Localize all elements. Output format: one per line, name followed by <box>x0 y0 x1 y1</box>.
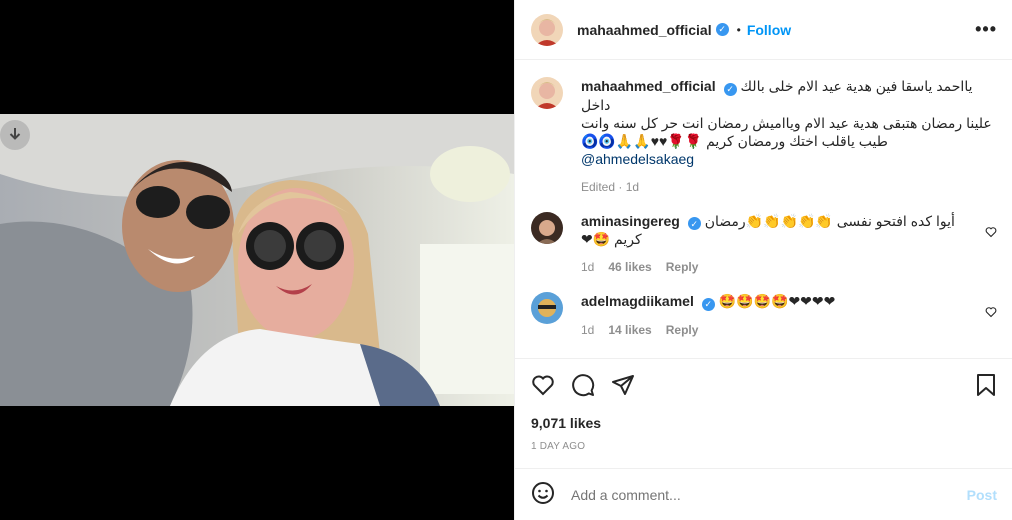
caption-meta: Edited · 1d <box>581 180 997 194</box>
verified-badge-icon: ✓ <box>687 217 701 230</box>
commenter-username[interactable]: adelmagdiikamel <box>581 293 694 309</box>
author-avatar[interactable] <box>531 13 563 46</box>
author-username[interactable]: mahaahmed_official <box>577 22 712 38</box>
commenter-avatar[interactable] <box>531 211 563 244</box>
caption-text: mahaahmed_official ✓ يااحمد ياسقا فين هدي… <box>581 77 997 168</box>
reply-button[interactable]: Reply <box>666 323 699 337</box>
comment-input[interactable] <box>571 486 967 503</box>
comment-item: aminasingereg ✓ أيوا كده افتحو نفسى 👏👏👏👏👏… <box>531 211 997 274</box>
comment-line-1: 🤩🤩🤩🤩❤❤❤❤ <box>718 293 836 309</box>
separator-dot: • <box>736 22 741 37</box>
verified-badge-icon: ✓ <box>723 82 737 96</box>
post-comment-button[interactable]: Post <box>967 487 997 503</box>
comment-likes[interactable]: 46 likes <box>608 260 651 274</box>
emoji-icon[interactable] <box>531 481 555 508</box>
post-media[interactable] <box>0 0 514 520</box>
comment-meta: 1d 14 likes Reply <box>581 323 973 337</box>
post-date: 1 DAY AGO <box>531 441 586 452</box>
comment-time: 1d <box>581 260 595 274</box>
author-avatar[interactable] <box>531 77 563 109</box>
bookmark-icon[interactable] <box>975 373 997 400</box>
selfie-image <box>0 114 514 406</box>
commenter-avatar[interactable] <box>531 292 563 324</box>
edited-timestamp: Edited · 1d <box>581 179 640 194</box>
comments-list[interactable]: mahaahmed_official ✓ يااحمد ياسقا فين هدي… <box>515 61 1012 357</box>
caption-mention-link[interactable]: @ahmedelsakaeg <box>581 151 694 167</box>
instagram-post-modal: mahaahmed_official ✓ • Follow ••• mahaah… <box>0 0 1012 520</box>
commenter-username[interactable]: aminasingereg <box>581 213 680 229</box>
verified-badge-icon: ✓ <box>715 23 729 36</box>
heart-icon[interactable] <box>531 373 555 400</box>
comment-likes[interactable]: 14 likes <box>608 323 651 337</box>
comment-line-2: كريم 🤩❤ <box>581 231 642 247</box>
post-side-panel: mahaahmed_official ✓ • Follow ••• mahaah… <box>514 0 1012 520</box>
verified-badge-icon: ✓ <box>701 297 715 311</box>
comment-meta: 1d 46 likes Reply <box>581 260 973 274</box>
caption-line-2: علينا رمضان هتبقى هدية عيد الام ويااميش … <box>581 114 992 131</box>
comment-icon[interactable] <box>571 373 595 400</box>
follow-button[interactable]: Follow <box>747 22 791 38</box>
comment-time: 1d <box>581 322 595 337</box>
post-header: mahaahmed_official ✓ • Follow ••• <box>515 0 1012 60</box>
action-icons-bar <box>531 359 997 413</box>
comment-like-heart-icon[interactable] <box>985 226 997 241</box>
reply-button[interactable]: Reply <box>666 260 699 274</box>
post-photo[interactable] <box>0 114 514 406</box>
caption-row: mahaahmed_official ✓ يااحمد ياسقا فين هدي… <box>531 77 997 194</box>
more-options-icon[interactable]: ••• <box>975 19 997 40</box>
post-actions: 9,071 likes 1 DAY AGO <box>515 358 1012 452</box>
share-icon[interactable] <box>611 373 635 400</box>
comment-text: adelmagdiikamel ✓ 🤩🤩🤩🤩❤❤❤❤ <box>581 292 973 311</box>
caption-username[interactable]: mahaahmed_official <box>581 78 716 94</box>
comment-item: adelmagdiikamel ✓ 🤩🤩🤩🤩❤❤❤❤ 1d 14 likes Re… <box>531 292 997 337</box>
comment-like-heart-icon[interactable] <box>985 306 997 321</box>
likes-count[interactable]: 9,071 likes <box>531 415 997 431</box>
download-icon[interactable] <box>0 120 30 150</box>
comment-line-1: أيوا كده افتحو نفسى 👏👏👏👏👏رمضان <box>704 212 955 229</box>
add-comment-bar: Post <box>515 468 1012 520</box>
caption-line-3: طيب ياقلب اختك ورمضان كريم 🌹🌹♥♥🙏🙏🧿🧿 <box>581 132 888 149</box>
comment-text: aminasingereg ✓ أيوا كده افتحو نفسى 👏👏👏👏👏… <box>581 212 973 249</box>
